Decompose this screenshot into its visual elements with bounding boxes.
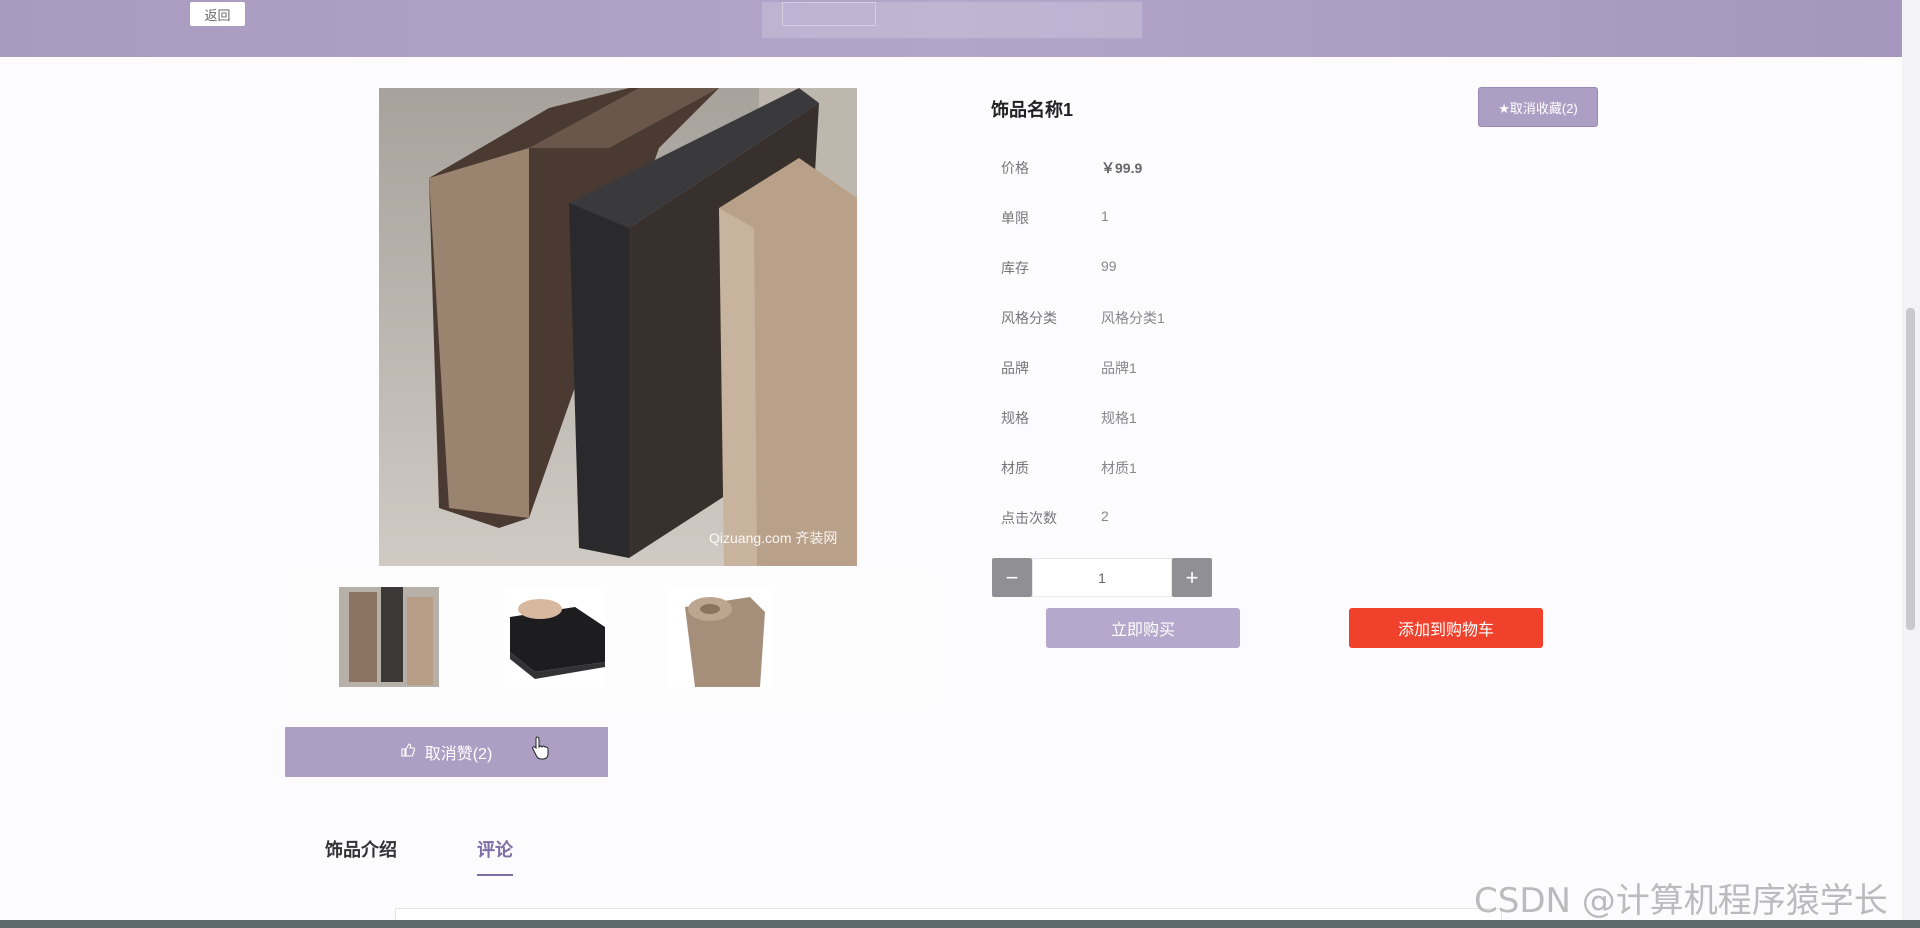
hand-cursor-icon <box>532 736 550 765</box>
buy-now-button[interactable]: 立即购买 <box>1046 608 1240 648</box>
thumbnail-foam-image <box>505 587 605 687</box>
attribute-value: 品牌1 <box>1101 360 1137 376</box>
attribute-label: 材质 <box>1001 460 1029 476</box>
attribute-label: 点击次数 <box>1001 510 1057 526</box>
thumbnail-cork-roll-image <box>670 587 770 687</box>
thumbnail-3[interactable] <box>670 587 770 687</box>
attribute-value: 风格分类1 <box>1101 310 1165 326</box>
back-button[interactable]: 返回 <box>190 2 245 26</box>
scrollbar-thumb[interactable] <box>1906 308 1915 630</box>
top-header: 返回 <box>0 0 1902 57</box>
thumbnail-1[interactable] <box>339 587 439 687</box>
product-main-image: Qizuang.com 齐装网 <box>379 88 857 566</box>
logo-icon <box>782 2 876 26</box>
unlike-label: 取消赞(2) <box>424 746 493 763</box>
attribute-value: 2 <box>1101 508 1109 524</box>
attribute-label: 规格 <box>1001 410 1029 426</box>
attribute-value: 99 <box>1101 258 1117 274</box>
decrease-quantity-button[interactable]: − <box>992 558 1032 597</box>
unlike-button[interactable]: 取消赞(2) <box>285 727 608 777</box>
attribute-value: ￥99.9 <box>1101 160 1143 176</box>
add-to-cart-button[interactable]: 添加到购物车 <box>1349 608 1543 648</box>
attribute-value: 1 <box>1101 208 1109 224</box>
image-watermark: Qizuang.com 齐装网 <box>709 530 837 546</box>
header-logo-ghost <box>762 2 1142 38</box>
active-tab-indicator <box>477 874 513 876</box>
tab-comments[interactable]: 评论 <box>477 836 513 862</box>
board-samples-image: Qizuang.com 齐装网 <box>379 88 857 566</box>
quantity-input[interactable] <box>1032 558 1172 597</box>
attribute-label: 价格 <box>1001 160 1029 176</box>
attribute-label: 品牌 <box>1001 360 1029 376</box>
thumbnail-boards-image <box>339 587 439 687</box>
attribute-label: 单限 <box>1001 210 1029 226</box>
thumbnail-2[interactable] <box>505 587 605 687</box>
increase-quantity-button[interactable]: + <box>1172 558 1212 597</box>
attribute-label: 风格分类 <box>1001 310 1057 326</box>
unfavorite-button[interactable]: ★取消收藏(2) <box>1478 87 1598 127</box>
product-title: 饰品名称1 <box>991 100 1074 120</box>
attribute-value: 规格1 <box>1101 410 1137 426</box>
thumbs-up-icon <box>401 742 415 762</box>
csdn-watermark: CSDN @计算机程序猿学长 <box>1474 881 1888 921</box>
attribute-label: 库存 <box>1001 260 1029 276</box>
tab-product-intro[interactable]: 饰品介绍 <box>325 836 397 862</box>
attribute-value: 材质1 <box>1101 460 1137 476</box>
